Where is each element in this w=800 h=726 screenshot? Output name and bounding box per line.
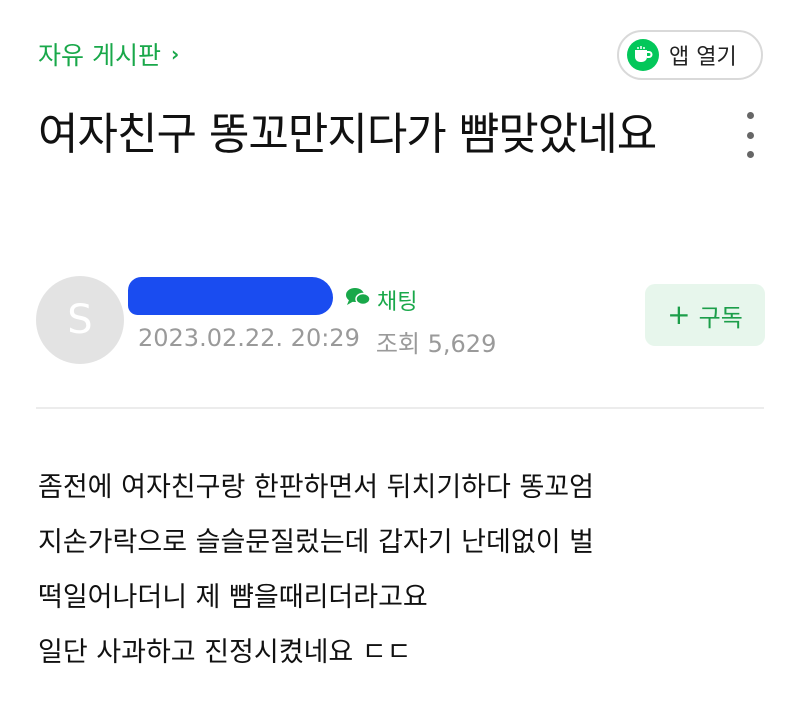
chat-label: 채팅 (377, 290, 418, 315)
chevron-right-icon: › (170, 42, 180, 66)
post-body: 좀전에 여자친구랑 한판하면서 뒤치기하다 똥꼬엄 지손가락으로 슬슬문질렀는데… (38, 460, 768, 680)
post-date: 2023.02.22. 20:29 (138, 324, 360, 352)
body-line: 떡일어나더니 제 뺨을때리더라고요 (38, 582, 428, 613)
author-name-redacted[interactable] (128, 277, 333, 315)
divider (36, 407, 764, 409)
post-title: 여자친구 똥꼬만지다가 뺨맞았네요 (38, 109, 657, 160)
chat-link[interactable]: 채팅 (345, 284, 417, 316)
view-count: 조회 5,629 (375, 330, 497, 358)
plus-icon: + (667, 298, 691, 331)
board-label: 자유 게시판 (38, 41, 161, 70)
chat-bubbles-icon (345, 286, 371, 314)
more-vertical-icon[interactable] (738, 112, 762, 158)
body-line: 좀전에 여자친구랑 한판하면서 뒤치기하다 똥꼬엄 (38, 472, 594, 503)
open-app-button[interactable]: 앱 열기 (617, 30, 763, 80)
body-line: 지손가락으로 슬슬문질렀는데 갑자기 난데없이 벌 (38, 527, 594, 558)
board-link[interactable]: 자유 게시판 › (38, 36, 179, 72)
avatar[interactable]: S (36, 276, 124, 364)
subscribe-label: 구독 (698, 303, 743, 332)
post-meta: 2023.02.22. 20:29 조회 5,629 (138, 324, 496, 359)
open-app-label: 앱 열기 (669, 45, 737, 70)
subscribe-button[interactable]: + 구독 (645, 284, 765, 346)
cup-icon (627, 39, 659, 71)
body-line: 일단 사과하고 진정시켰네요 ㄷㄷ (38, 637, 412, 668)
